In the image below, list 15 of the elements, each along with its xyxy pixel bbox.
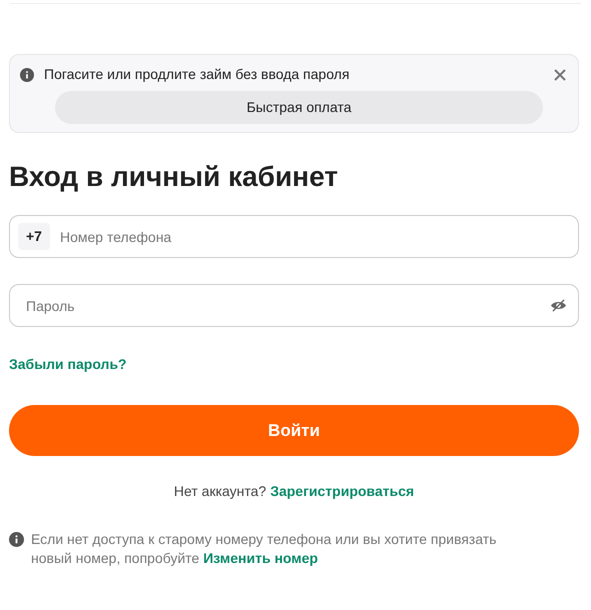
change-number-link[interactable]: Изменить номер [203, 550, 318, 566]
change-number-note: Если нет доступа к старому номеру телефона или вы хотите привязать новый номер, попробуйте Изменить номер [31, 530, 498, 568]
info-icon [20, 68, 34, 82]
login-button[interactable]: Войти [9, 405, 579, 456]
register-link[interactable]: Зарегистрироваться [270, 481, 414, 502]
banner-message: Погасите или продлите займ без ввода пароля [44, 65, 350, 84]
page-title: Вход в личный кабинет [9, 160, 339, 194]
close-icon[interactable] [554, 68, 566, 80]
quick-pay-button[interactable]: Быстрая оплата [55, 91, 543, 124]
info-icon [9, 532, 24, 547]
hidden-eye-icon[interactable] [550, 299, 567, 312]
no-account-text: Нет аккаунта? [174, 482, 266, 501]
country-code: +7 [18, 223, 50, 250]
forgot-password-link[interactable]: Забыли пароль? [9, 354, 127, 375]
password-field[interactable]: Пароль [9, 284, 579, 327]
